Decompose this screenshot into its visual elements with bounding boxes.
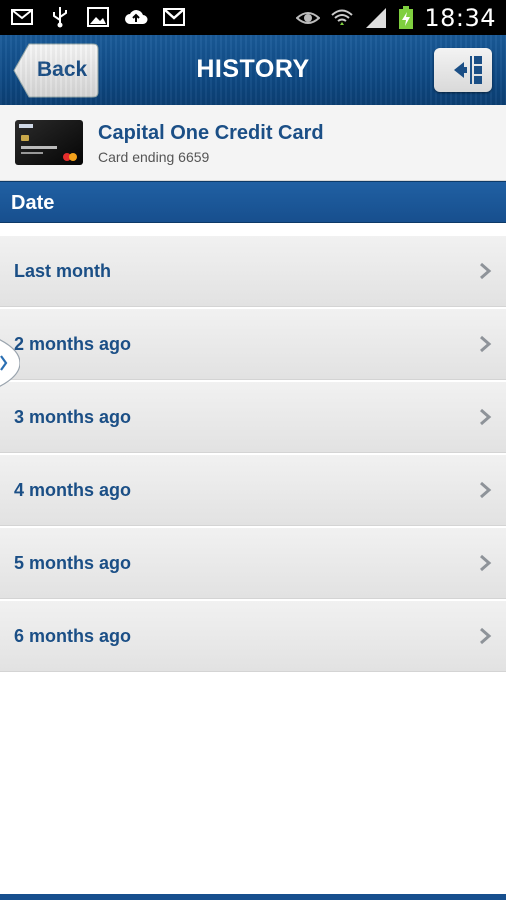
list-item-label: 3 months ago (14, 407, 132, 427)
bottom-divider (0, 894, 506, 900)
list-item[interactable]: 3 months ago (0, 382, 506, 453)
list-item[interactable]: 5 months ago (0, 528, 506, 599)
credit-card-icon (15, 120, 83, 165)
gmail-icon (163, 8, 185, 26)
chevron-right-icon (480, 554, 492, 572)
status-bar: 18:34 (0, 0, 506, 35)
drawer-menu-button[interactable] (434, 48, 492, 92)
list-item[interactable]: 6 months ago (0, 601, 506, 672)
account-name: Capital One Credit Card (98, 122, 324, 144)
page-title: HISTORY (196, 55, 310, 83)
account-header: Capital One Credit Card Card ending 6659 (0, 105, 506, 181)
chevron-right-icon (480, 408, 492, 426)
clock: 18:34 (424, 4, 496, 32)
history-list: Last month 2 months ago 3 months ago 4 m… (0, 236, 506, 674)
chevron-right-icon (480, 262, 492, 280)
section-header: Date (0, 181, 506, 223)
eye-icon (296, 12, 321, 24)
list-item[interactable]: 2 months ago (0, 309, 506, 380)
list-item-label: 4 months ago (14, 480, 132, 500)
drawer-menu-icon (454, 56, 482, 84)
list-item-label: Last month (14, 261, 111, 281)
list-item-label: 2 months ago (14, 334, 132, 354)
drawer-handle[interactable] (0, 318, 20, 408)
chevron-right-icon (480, 481, 492, 499)
list-item-label: 5 months ago (14, 553, 132, 573)
chevron-right-icon (480, 335, 492, 353)
battery-charging-icon (399, 6, 414, 29)
list-item-label: 6 months ago (14, 626, 132, 646)
cloud-upload-icon (125, 10, 148, 24)
account-subtitle: Card ending 6659 (98, 149, 210, 165)
chevron-right-icon (480, 627, 492, 645)
image-icon (87, 7, 109, 27)
signal-icon (366, 8, 387, 28)
usb-icon (53, 7, 67, 28)
wifi-icon (331, 9, 353, 25)
app-header: Back HISTORY (0, 35, 506, 105)
list-item[interactable]: Last month (0, 236, 506, 307)
list-item[interactable]: 4 months ago (0, 455, 506, 526)
section-label: Date (11, 192, 55, 214)
mail-icon (11, 9, 33, 25)
